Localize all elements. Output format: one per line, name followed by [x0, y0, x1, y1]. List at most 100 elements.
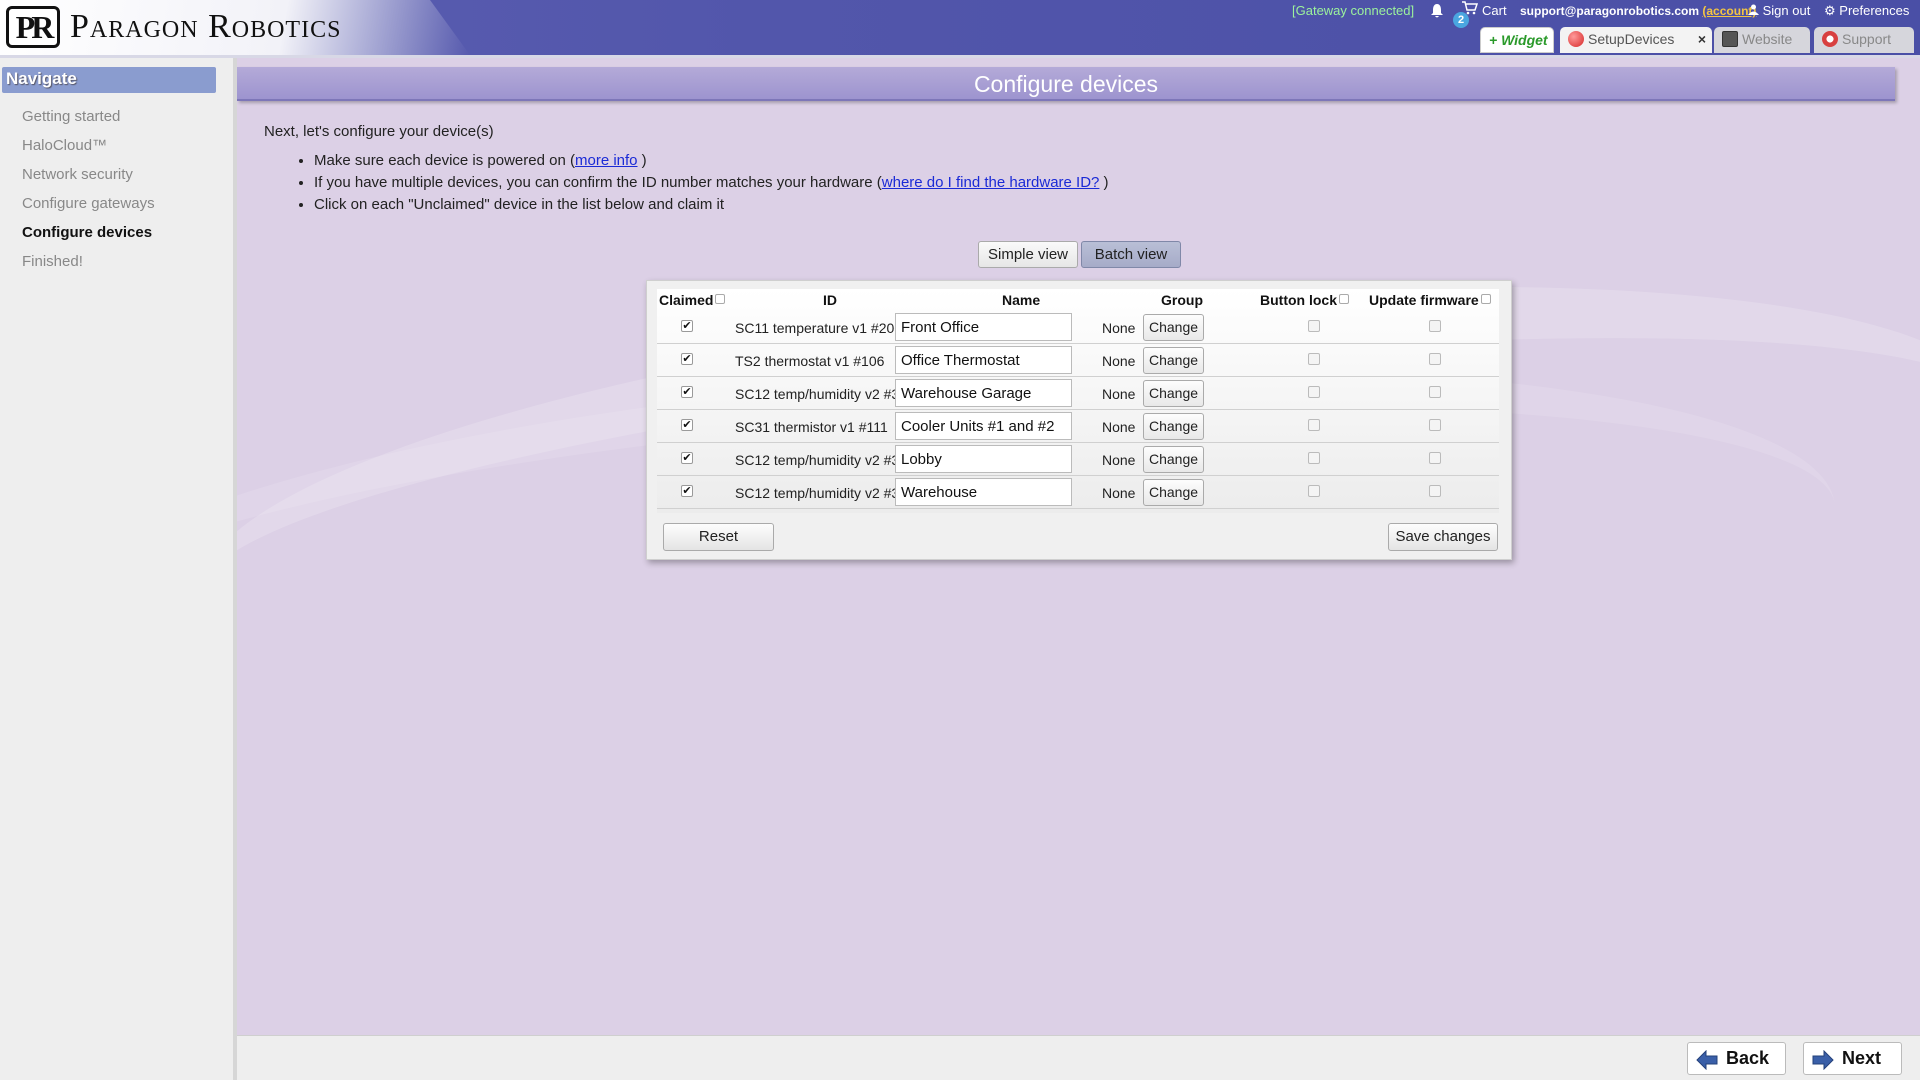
device-id: SC31 thermistor v1 #111 [735, 419, 888, 435]
device-id: TS2 thermostat v1 #106 [735, 353, 885, 369]
page-title: Configure devices [237, 67, 1895, 101]
claimed-checkbox[interactable]: ✔ [681, 320, 693, 332]
sidebar-item-configure-gateways[interactable]: Configure gateways [22, 195, 155, 212]
column-header-claimed: Claimed [659, 292, 726, 308]
save-changes-button[interactable]: Save changes [1388, 523, 1498, 551]
instruction-text: Click on each "Unclaimed" device in the … [314, 196, 725, 213]
bell-icon[interactable] [1430, 3, 1444, 22]
claimed-checkbox[interactable]: ✔ [681, 386, 693, 398]
instruction-text: If you have multiple devices, you can co… [314, 174, 882, 191]
device-name-input[interactable] [895, 478, 1072, 506]
tab-support[interactable]: Support [1814, 27, 1914, 53]
hardware-id-link[interactable]: where do I find the hardware ID? [882, 174, 1100, 191]
reset-button[interactable]: Reset [663, 523, 774, 551]
sidebar-item-finished[interactable]: Finished! [22, 253, 83, 270]
tab-website[interactable]: Website [1714, 27, 1810, 53]
table-row: ✔ TS2 thermostat v1 #106 None Change [657, 344, 1499, 377]
more-info-link[interactable]: more info [575, 152, 638, 169]
button-lock-checkbox[interactable] [1308, 386, 1320, 398]
column-header-name: Name [1002, 292, 1041, 308]
preferences-link[interactable]: ⚙ Preferences [1824, 3, 1909, 19]
tab-add-widget[interactable]: + Widget [1480, 27, 1554, 53]
device-group: None [1102, 386, 1136, 402]
button-lock-checkbox[interactable] [1308, 419, 1320, 431]
cart-count-badge: 2 [1453, 12, 1469, 28]
select-all-button-lock-checkbox[interactable] [1339, 294, 1349, 304]
back-arrow-icon [1696, 1050, 1718, 1070]
instruction-item: If you have multiple devices, you can co… [314, 174, 1109, 191]
instruction-text: ) [1099, 174, 1109, 191]
select-all-claimed-checkbox[interactable] [715, 294, 726, 304]
logo-mark-text: PR [15, 8, 55, 45]
update-firmware-checkbox[interactable] [1429, 485, 1441, 497]
instruction-item: Click on each "Unclaimed" device in the … [314, 196, 1109, 213]
column-header-id: ID [823, 292, 837, 308]
close-tab-icon[interactable]: × [1698, 27, 1706, 51]
intro-text: Next, let's configure your device(s) [264, 123, 494, 140]
sidebar-item-getting-started[interactable]: Getting started [22, 108, 120, 125]
claimed-checkbox[interactable]: ✔ [681, 485, 693, 497]
update-firmware-checkbox[interactable] [1429, 320, 1441, 332]
device-name-input[interactable] [895, 445, 1072, 473]
device-name-input[interactable] [895, 379, 1072, 407]
top-header: PR Paragon Robotics [Gateway connected] … [0, 0, 1920, 55]
back-button[interactable]: Back [1687, 1042, 1786, 1075]
button-lock-checkbox[interactable] [1308, 353, 1320, 365]
sidebar-item-halocloud[interactable]: HaloCloud™ [22, 137, 107, 154]
user-icon [1748, 4, 1759, 15]
table-row: ✔ SC12 temp/humidity v2 #365 None Change [657, 377, 1499, 410]
claimed-checkbox[interactable]: ✔ [681, 353, 693, 365]
tab-setup-devices[interactable]: SetupDevices × [1560, 27, 1712, 53]
device-name-input[interactable] [895, 346, 1072, 374]
main-content: Configure devices Next, let's configure … [237, 58, 1920, 1080]
cart-link[interactable]: Cart [1482, 3, 1507, 18]
next-button[interactable]: Next [1803, 1042, 1902, 1075]
device-name-input[interactable] [895, 412, 1072, 440]
device-name-input[interactable] [895, 313, 1072, 341]
change-group-button[interactable]: Change [1143, 479, 1204, 506]
change-group-button[interactable]: Change [1143, 413, 1204, 440]
column-header-claimed-label: Claimed [659, 292, 714, 308]
button-lock-checkbox[interactable] [1308, 320, 1320, 332]
button-lock-checkbox[interactable] [1308, 452, 1320, 464]
change-group-button[interactable]: Change [1143, 347, 1204, 374]
sign-out-link[interactable]: Sign out [1748, 3, 1810, 18]
preferences-label: Preferences [1839, 3, 1910, 18]
instruction-list: Make sure each device is powered on (mor… [314, 152, 1109, 218]
instruction-item: Make sure each device is powered on (mor… [314, 152, 1109, 169]
device-id: SC12 temp/humidity v2 #375 [735, 452, 915, 468]
device-group: None [1102, 320, 1136, 336]
sidebar-item-configure-devices[interactable]: Configure devices [22, 224, 152, 241]
column-header-update-firmware: Update firmware [1369, 292, 1491, 308]
update-firmware-checkbox[interactable] [1429, 452, 1441, 464]
column-header-group: Group [1161, 292, 1203, 308]
device-group: None [1102, 353, 1136, 369]
gateway-status[interactable]: [Gateway connected] [1292, 3, 1414, 18]
sidebar-item-network-security[interactable]: Network security [22, 166, 133, 183]
update-firmware-checkbox[interactable] [1429, 386, 1441, 398]
change-group-button[interactable]: Change [1143, 446, 1204, 473]
brand-name[interactable]: Paragon Robotics [70, 8, 341, 46]
batch-view-button[interactable]: Batch view [1081, 241, 1181, 268]
button-lock-checkbox[interactable] [1308, 485, 1320, 497]
tab-support-label: Support [1842, 31, 1892, 47]
change-group-button[interactable]: Change [1143, 380, 1204, 407]
change-group-button[interactable]: Change [1143, 314, 1204, 341]
device-id: SC12 temp/humidity v2 #365 [735, 386, 915, 402]
claimed-checkbox[interactable]: ✔ [681, 452, 693, 464]
account-email: support@paragonrobotics.com (account) [1520, 4, 1756, 18]
select-all-firmware-checkbox[interactable] [1480, 294, 1491, 304]
device-group: None [1102, 485, 1136, 501]
device-batch-panel: Claimed ID Name Group Button lock Update… [646, 280, 1512, 560]
website-tab-icon [1722, 31, 1738, 47]
brand-logo-mark[interactable]: PR [6, 6, 60, 48]
next-label: Next [1842, 1048, 1882, 1068]
update-firmware-checkbox[interactable] [1429, 353, 1441, 365]
column-header-button-lock: Button lock [1260, 292, 1349, 308]
simple-view-button[interactable]: Simple view [978, 241, 1078, 268]
claimed-checkbox[interactable]: ✔ [681, 419, 693, 431]
tab-setup-label: SetupDevices [1588, 31, 1675, 47]
column-header-button-lock-label: Button lock [1260, 292, 1337, 308]
sidebar: Navigate Getting started HaloCloud™ Netw… [0, 58, 234, 1080]
update-firmware-checkbox[interactable] [1429, 419, 1441, 431]
